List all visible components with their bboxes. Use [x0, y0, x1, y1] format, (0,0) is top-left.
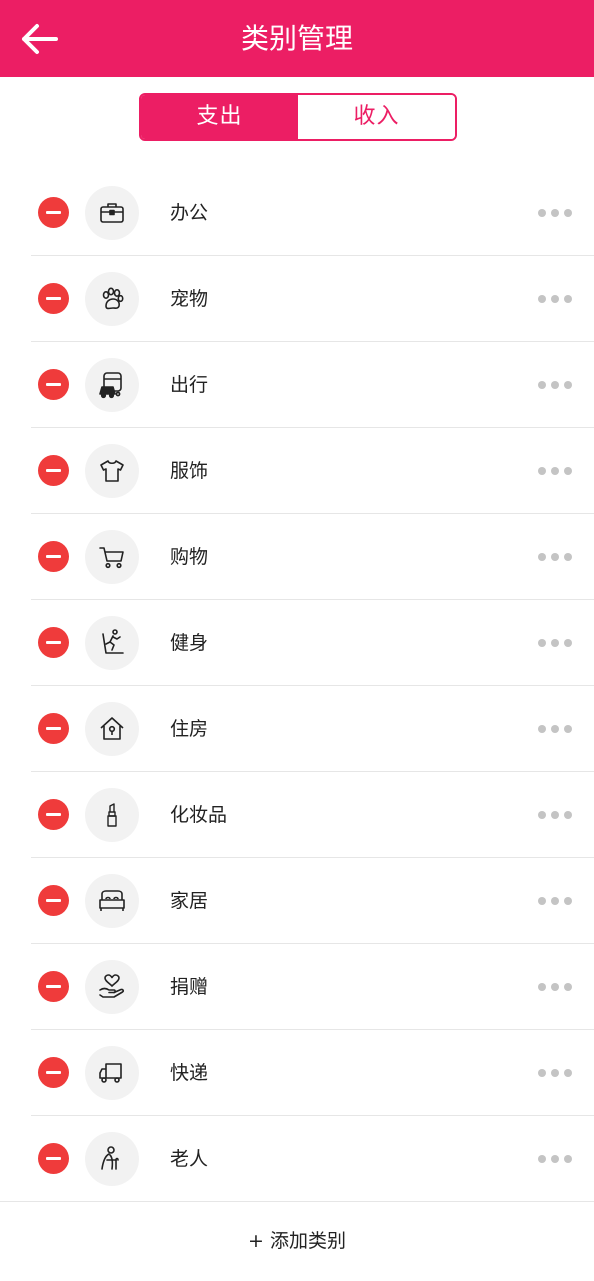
- delete-category-button[interactable]: [38, 627, 69, 658]
- delivery-truck-icon: [99, 1063, 122, 1083]
- category-icon-badge: [85, 788, 139, 842]
- bed-icon: [99, 890, 125, 911]
- delete-category-button[interactable]: [38, 1057, 69, 1088]
- category-icon-badge: [85, 702, 139, 756]
- category-list: 办公 宠物 出行 服饰 购物 健身 住房 化妆品 家居 捐赠 快递 老人: [0, 170, 594, 1202]
- lipstick-icon: [107, 803, 117, 827]
- page-title: 类别管理: [240, 22, 353, 55]
- category-row: 出行: [0, 342, 594, 428]
- app-header: 类别管理: [0, 0, 594, 77]
- tab-expense[interactable]: 支出: [141, 95, 298, 139]
- delete-category-button[interactable]: [38, 799, 69, 830]
- category-row: 捐赠: [0, 944, 594, 1030]
- category-icon-badge: [85, 186, 139, 240]
- category-icon-badge: [85, 1132, 139, 1186]
- category-icon-badge: [85, 874, 139, 928]
- category-label: 家居: [170, 890, 209, 912]
- category-label: 出行: [170, 374, 209, 396]
- more-options-button[interactable]: [538, 636, 572, 650]
- category-label: 捐赠: [170, 976, 209, 998]
- arrow-left-icon: [22, 24, 58, 54]
- more-options-button[interactable]: [538, 722, 572, 736]
- category-icon-badge: [85, 1046, 139, 1100]
- category-row: 服饰: [0, 428, 594, 514]
- category-icon-badge: [85, 444, 139, 498]
- delete-category-button[interactable]: [38, 541, 69, 572]
- category-row: 快递: [0, 1030, 594, 1116]
- delete-category-button[interactable]: [38, 1143, 69, 1174]
- more-options-button[interactable]: [538, 464, 572, 478]
- category-icon-badge: [85, 358, 139, 412]
- more-options-button[interactable]: [538, 1066, 572, 1080]
- more-options-button[interactable]: [538, 206, 572, 220]
- delete-category-button[interactable]: [38, 369, 69, 400]
- delete-category-button[interactable]: [38, 971, 69, 1002]
- category-label: 购物: [170, 546, 209, 568]
- category-row: 老人: [0, 1116, 594, 1202]
- shopping-cart-icon: [99, 547, 124, 569]
- heart-hand-icon: [99, 974, 125, 998]
- treadmill-icon: [102, 629, 124, 654]
- category-icon-badge: [85, 616, 139, 670]
- more-options-button[interactable]: [538, 292, 572, 306]
- category-row: 购物: [0, 514, 594, 600]
- type-segmented-control: 支出 收入: [139, 93, 457, 141]
- tshirt-icon: [100, 460, 124, 482]
- category-label: 快递: [170, 1062, 209, 1084]
- category-label: 服饰: [170, 460, 209, 482]
- briefcase-icon: [100, 203, 124, 223]
- delete-category-button[interactable]: [38, 713, 69, 744]
- category-label: 办公: [170, 202, 209, 224]
- category-row: 化妆品: [0, 772, 594, 858]
- category-row: 住房: [0, 686, 594, 772]
- more-options-button[interactable]: [538, 378, 572, 392]
- more-options-button[interactable]: [538, 550, 572, 564]
- tab-income[interactable]: 收入: [298, 95, 455, 139]
- category-label: 老人: [170, 1148, 209, 1170]
- delete-category-button[interactable]: [38, 283, 69, 314]
- paw-icon: [102, 287, 124, 310]
- delete-category-button[interactable]: [38, 197, 69, 228]
- category-label: 健身: [170, 632, 209, 654]
- category-row: 家居: [0, 858, 594, 944]
- category-label: 化妆品: [170, 804, 228, 826]
- category-row: 健身: [0, 600, 594, 686]
- more-options-button[interactable]: [538, 894, 572, 908]
- elderly-icon: [101, 1146, 119, 1170]
- more-options-button[interactable]: [538, 808, 572, 822]
- category-row: 办公: [0, 170, 594, 256]
- more-options-button[interactable]: [538, 1152, 572, 1166]
- house-icon: [100, 717, 124, 740]
- back-button[interactable]: [14, 18, 64, 60]
- more-options-button[interactable]: [538, 980, 572, 994]
- category-icon-badge: [85, 960, 139, 1014]
- category-row: 宠物: [0, 256, 594, 342]
- delete-category-button[interactable]: [38, 455, 69, 486]
- category-icon-badge: [85, 272, 139, 326]
- category-icon-badge: [85, 530, 139, 584]
- category-label: 住房: [170, 718, 209, 740]
- delete-category-button[interactable]: [38, 885, 69, 916]
- category-label: 宠物: [170, 288, 209, 310]
- bus-car-icon: [99, 372, 122, 399]
- add-category-button[interactable]: + 添加类别: [0, 1201, 594, 1281]
